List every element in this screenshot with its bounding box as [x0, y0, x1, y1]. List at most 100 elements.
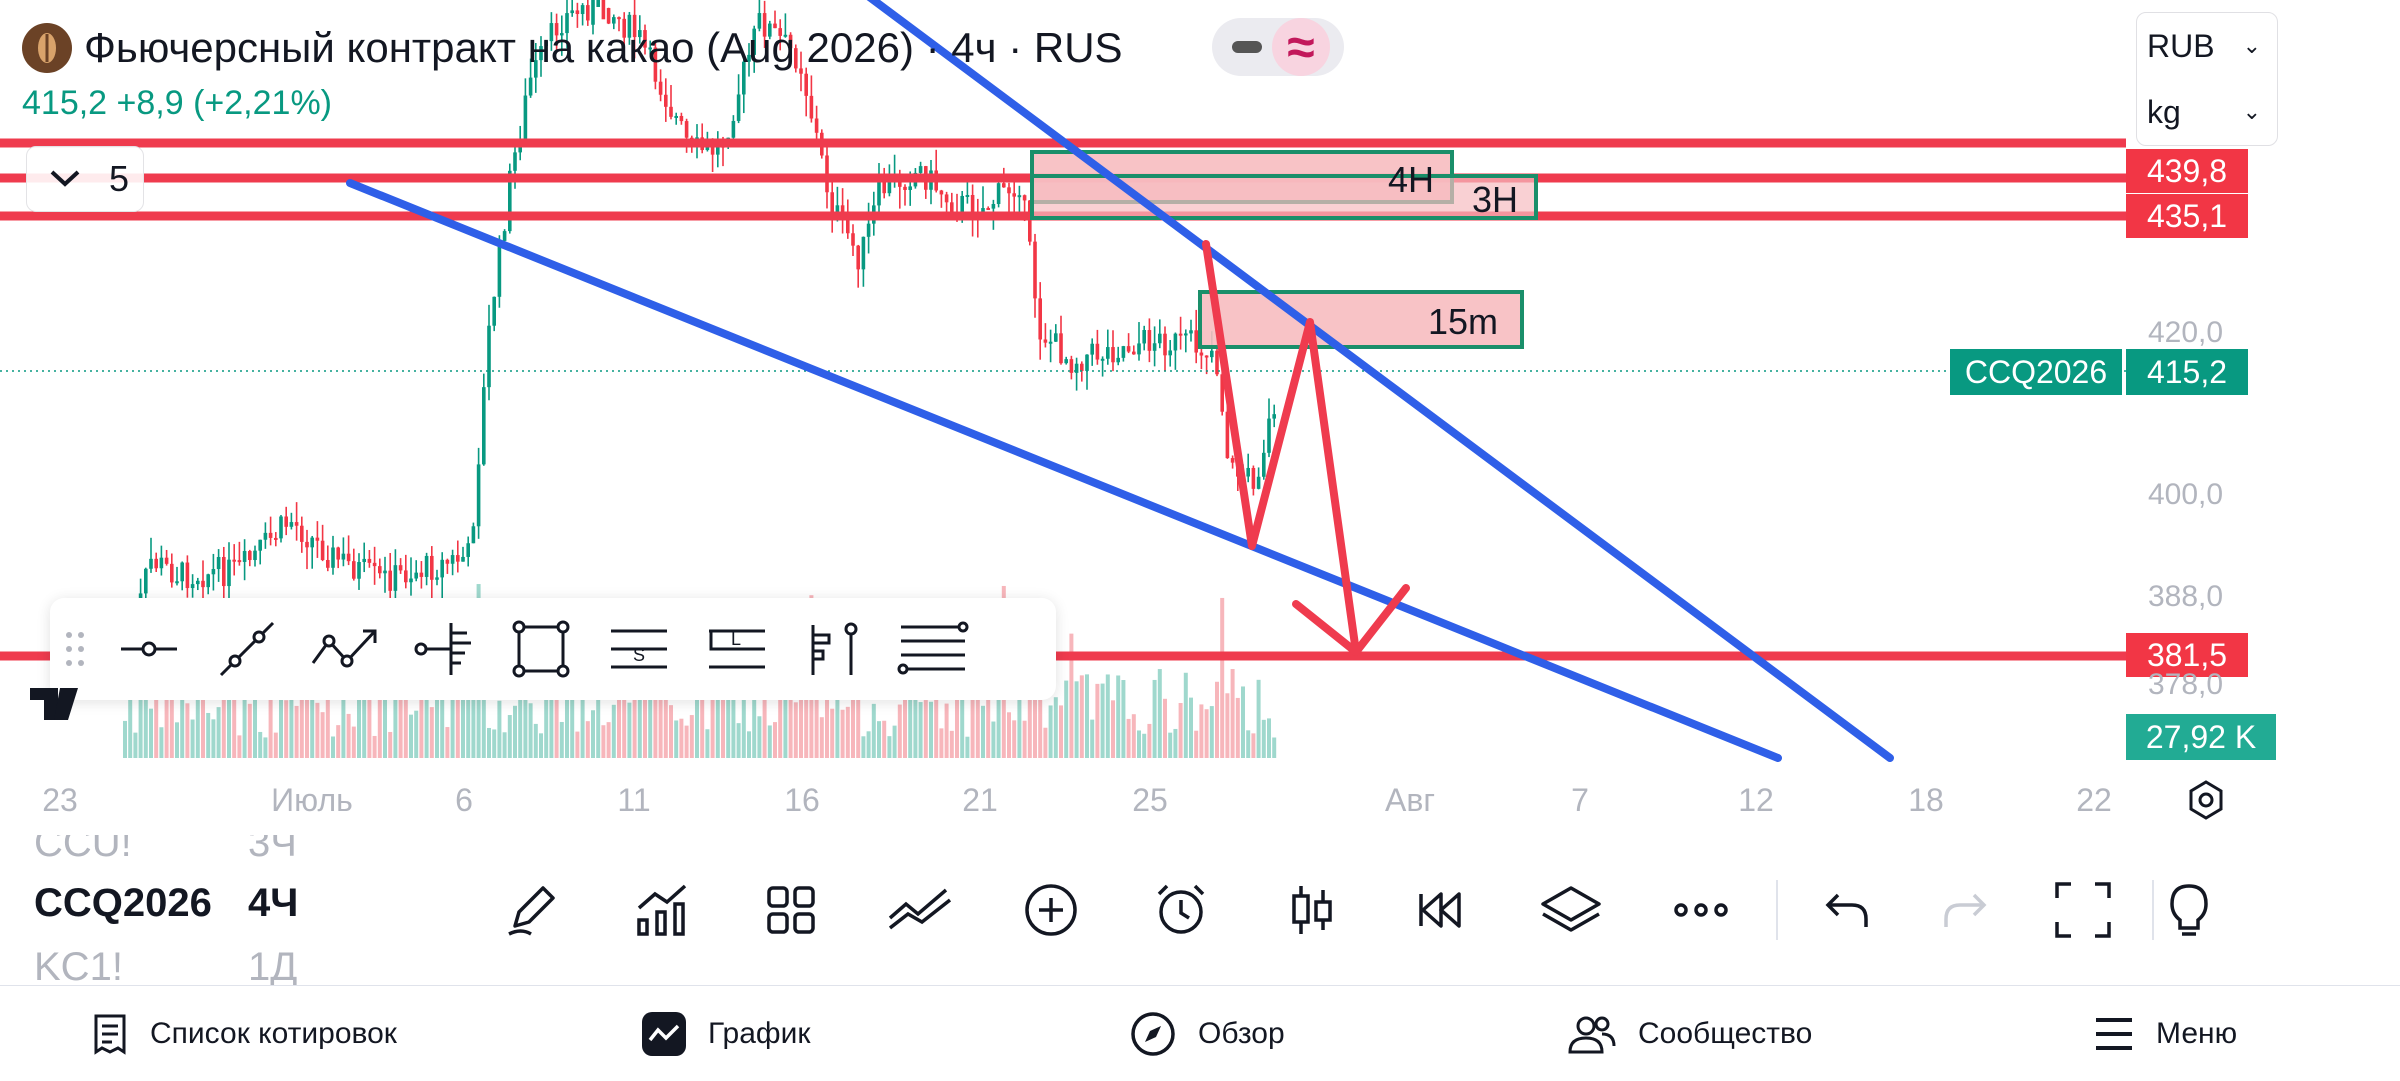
axis-label-400: 400,0 [2148, 478, 2224, 511]
svg-text:L: L [731, 629, 741, 649]
candle-body [430, 555, 434, 580]
fib-lines-tool-icon[interactable] [884, 604, 982, 694]
chart-settings-icon[interactable] [2184, 778, 2228, 822]
idea-icon[interactable] [2164, 870, 2234, 950]
redo-icon[interactable] [1906, 870, 2024, 950]
symbol-row-active[interactable]: CCQ2026 4Ч [34, 881, 298, 926]
compass-icon [1131, 1012, 1175, 1056]
volume-bar [190, 719, 195, 758]
fullscreen-icon[interactable] [2024, 870, 2142, 950]
nav-community[interactable]: Сообщество [1568, 1004, 1812, 1064]
volume-bar [1178, 703, 1183, 758]
horizontal-ray-tool-icon[interactable] [100, 604, 198, 694]
candle-body [1251, 467, 1256, 489]
volume-bar [747, 731, 751, 758]
symbol-timeframe: 3Ч [248, 835, 297, 865]
nav-menu[interactable]: Меню [2094, 1004, 2237, 1064]
nav-chart[interactable]: График [642, 1004, 811, 1064]
candles-icon[interactable] [1246, 870, 1376, 950]
volume-bar [1100, 683, 1105, 758]
zone-3h[interactable] [1030, 174, 1538, 220]
volume-bar [1189, 697, 1193, 758]
long-position-tool-icon[interactable]: L [688, 604, 786, 694]
indicators-icon[interactable] [596, 870, 726, 950]
grid-icon[interactable] [726, 870, 856, 950]
path-tool-icon[interactable] [296, 604, 394, 694]
candle-body [227, 559, 231, 587]
candle-body [596, 0, 600, 7]
symbol-row[interactable]: CCU! 3Ч [34, 835, 297, 866]
chart-title[interactable]: Фьючерсный контракт на какао (Aug 2026) … [84, 24, 1123, 72]
anchored-vwap-tool-icon[interactable] [394, 604, 492, 694]
rectangle-tool-icon[interactable] [492, 604, 590, 694]
wave-icon[interactable]: ≈ [1272, 18, 1330, 76]
candle-body [570, 10, 574, 14]
candle-body [1017, 195, 1022, 198]
date-axis[interactable]: 23 Июль 6 11 16 21 25 Авг 7 12 18 22 [0, 782, 2290, 832]
candle-body [950, 202, 954, 212]
candle-body [372, 562, 377, 567]
zone-15m-label: 15m [1428, 301, 1498, 342]
add-icon[interactable] [986, 870, 1116, 950]
volume-bar [502, 732, 507, 758]
volume-bar [351, 726, 356, 758]
layers-icon[interactable] [1506, 870, 1636, 950]
candle-body [456, 555, 460, 562]
nav-overview[interactable]: Обзор [1130, 1004, 1285, 1064]
candle-body [1002, 183, 1006, 188]
unit-select[interactable]: kg ⌄ [2137, 79, 2277, 145]
volume-bar [169, 695, 174, 758]
volume-bar [481, 693, 486, 758]
volume-bar [892, 725, 897, 758]
trend-line-tool-icon[interactable] [198, 604, 296, 694]
volume-bar [315, 702, 320, 758]
cocoa-icon [22, 23, 72, 73]
candle-body [814, 118, 819, 133]
candle-body [1184, 333, 1188, 336]
drag-handle-icon[interactable] [50, 629, 100, 669]
candle-body [336, 547, 340, 560]
nav-watchlist[interactable]: Список котировок [92, 1004, 397, 1064]
currency-select[interactable]: RUB ⌄ [2137, 13, 2277, 79]
symbol-row[interactable]: KC1! 1Д [34, 945, 297, 985]
volume-bar [263, 737, 268, 758]
nav-menu-label: Меню [2156, 1017, 2238, 1050]
candle-body [440, 559, 444, 578]
pencil-icon[interactable] [466, 870, 596, 950]
volume-bar [331, 736, 335, 758]
candle-body [274, 537, 278, 540]
symbol-switcher[interactable]: CCU! 3Ч CCQ2026 4Ч KC1! 1Д [0, 835, 440, 985]
volume-bar [1131, 714, 1136, 758]
candle-body [1194, 330, 1198, 353]
price-chart[interactable]: 4H 3H 15m [0, 0, 2290, 835]
volume-bar [767, 725, 772, 758]
more-icon[interactable] [1636, 870, 1766, 950]
candle-body [258, 539, 262, 551]
candle-body [877, 179, 881, 206]
volume-bar [1121, 680, 1126, 758]
candle-body [232, 559, 236, 562]
alert-icon[interactable] [1116, 870, 1246, 950]
volume-bar [1147, 723, 1152, 758]
volume-bar [669, 705, 673, 758]
volume-bar [336, 725, 341, 758]
toolbar-divider [2152, 880, 2154, 940]
volume-bar [830, 708, 835, 758]
candle-body [903, 186, 907, 190]
indicators-collapse-button[interactable]: 5 [26, 146, 144, 212]
replay-icon[interactable] [1376, 870, 1506, 950]
candle-body [960, 195, 964, 214]
candle-body [450, 555, 455, 564]
compare-icon[interactable] [856, 870, 986, 950]
volume-bar [487, 727, 491, 758]
indicator-pill[interactable]: ≈ [1212, 18, 1344, 76]
candle-body [180, 562, 184, 582]
bottom-navigation: Список котировок График Обзор Сообщество… [0, 985, 2400, 1081]
price-range-tool-icon[interactable] [786, 604, 884, 694]
undo-icon[interactable] [1788, 870, 1906, 950]
volume-bar [1215, 681, 1219, 758]
candle-body [159, 557, 164, 569]
chart-area[interactable]: 4H 3H 15m Фьючерсный контракт на какао (… [0, 0, 2290, 835]
short-position-tool-icon[interactable]: S [590, 604, 688, 694]
volume-bar [185, 703, 190, 758]
